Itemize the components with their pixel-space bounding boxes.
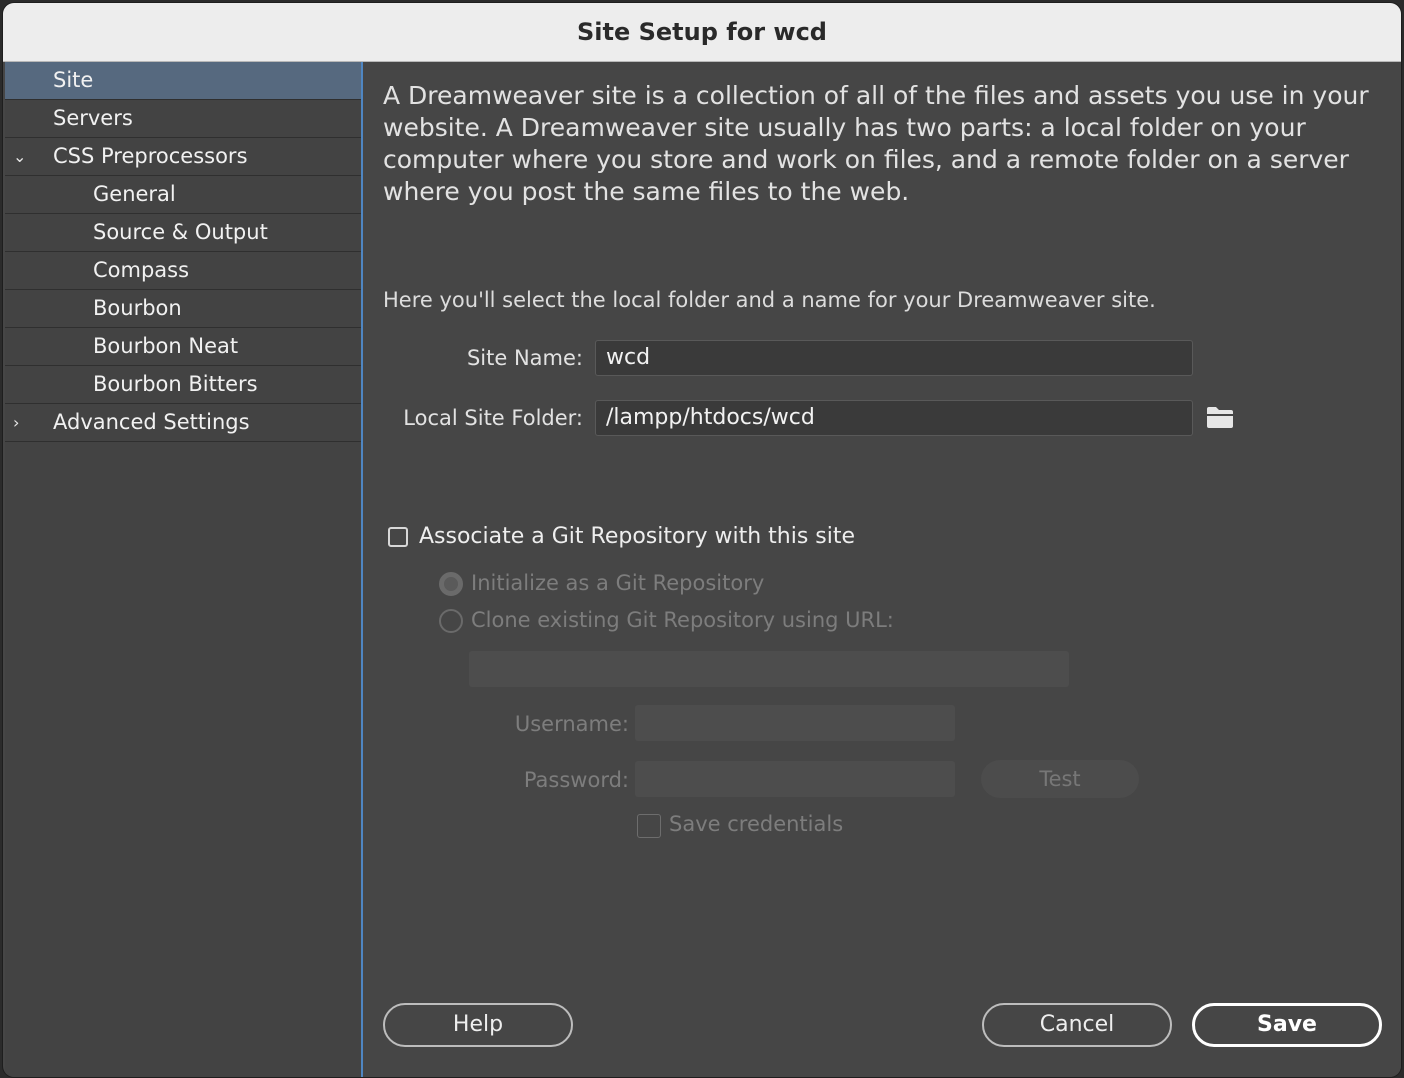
sidebar-item-label: Compass	[93, 258, 190, 282]
help-button[interactable]: Help	[383, 1003, 573, 1047]
site-setup-dialog: Site Setup for wcd Site Servers ⌄ CSS Pr…	[2, 2, 1402, 1078]
sidebar-item-general[interactable]: General	[5, 176, 361, 214]
associate-git-checkbox[interactable]	[388, 527, 408, 547]
test-button: Test	[981, 760, 1139, 798]
clone-git-radio	[439, 609, 463, 633]
chevron-right-icon[interactable]: ›	[13, 404, 19, 441]
sidebar-item-css-preprocessors[interactable]: ⌄ CSS Preprocessors	[5, 138, 361, 176]
save-credentials-checkbox	[637, 814, 661, 838]
sidebar-item-label: Bourbon Neat	[93, 334, 239, 358]
init-git-radio	[439, 572, 463, 596]
sidebar-item-label: Source & Output	[93, 220, 268, 244]
sidebar-item-source-output[interactable]: Source & Output	[5, 214, 361, 252]
password-input	[635, 761, 955, 797]
site-settings-panel: A Dreamweaver site is a collection of al…	[363, 62, 1401, 1077]
save-credentials-label: Save credentials	[669, 812, 844, 836]
sidebar-item-compass[interactable]: Compass	[5, 252, 361, 290]
password-label: Password:	[523, 768, 629, 792]
sidebar-item-label: Advanced Settings	[53, 410, 250, 434]
sidebar-item-label: Bourbon	[93, 296, 182, 320]
associate-git-label: Associate a Git Repository with this sit…	[419, 524, 856, 549]
username-label: Username:	[514, 712, 629, 736]
sidebar-item-bourbon-bitters[interactable]: Bourbon Bitters	[5, 366, 361, 404]
sidebar-item-label: Servers	[53, 106, 133, 130]
username-input	[635, 705, 955, 741]
instruction-text: Here you'll select the local folder and …	[383, 288, 1156, 312]
category-sidebar: Site Servers ⌄ CSS Preprocessors General…	[5, 62, 363, 1077]
title-bar: Site Setup for wcd	[3, 3, 1401, 62]
sidebar-item-bourbon[interactable]: Bourbon	[5, 290, 361, 328]
sidebar-item-label: Site	[53, 68, 94, 92]
init-git-label: Initialize as a Git Repository	[471, 571, 765, 595]
sidebar-item-label: CSS Preprocessors	[53, 144, 248, 168]
site-name-input[interactable]: wcd	[595, 340, 1193, 376]
intro-text: A Dreamweaver site is a collection of al…	[383, 81, 1369, 206]
sidebar-item-label: Bourbon Bitters	[93, 372, 258, 396]
local-folder-input[interactable]: /lampp/htdocs/wcd	[595, 400, 1193, 436]
sidebar-item-servers[interactable]: Servers	[5, 100, 361, 138]
local-folder-label: Local Site Folder:	[403, 406, 583, 430]
git-url-input	[469, 651, 1069, 687]
sidebar-item-advanced-settings[interactable]: › Advanced Settings	[5, 404, 361, 442]
chevron-down-icon[interactable]: ⌄	[13, 138, 26, 175]
sidebar-item-site[interactable]: Site	[5, 62, 361, 100]
site-name-label: Site Name:	[466, 346, 583, 370]
cancel-button[interactable]: Cancel	[982, 1003, 1172, 1047]
dialog-title: Site Setup for wcd	[577, 18, 827, 46]
clone-git-label: Clone existing Git Repository using URL:	[471, 608, 894, 632]
save-button[interactable]: Save	[1192, 1003, 1382, 1047]
sidebar-item-bourbon-neat[interactable]: Bourbon Neat	[5, 328, 361, 366]
folder-icon[interactable]	[1205, 404, 1235, 430]
sidebar-item-label: General	[93, 182, 176, 206]
